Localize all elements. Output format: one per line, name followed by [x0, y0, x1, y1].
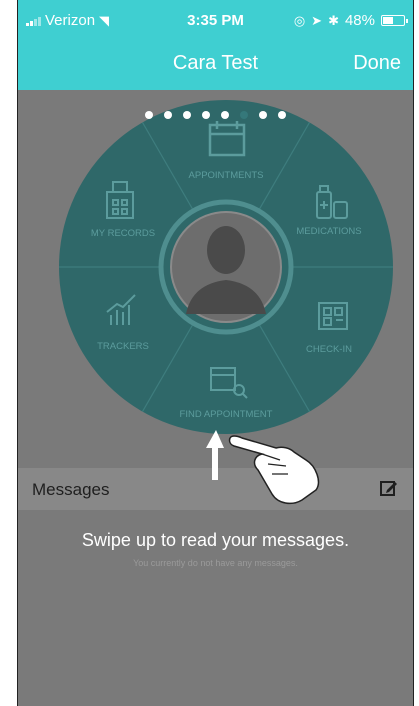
page-dot: [183, 111, 191, 119]
battery-percent: 48%: [344, 12, 375, 29]
status-bar: Verizon ◥ 3:35 PM ◎ ➤ ✱ 48%: [18, 0, 413, 40]
done-button[interactable]: Done: [353, 52, 401, 75]
segment-label-trackers: TRACKERS: [97, 341, 149, 352]
center-avatar[interactable]: [158, 199, 294, 335]
bluetooth-icon: ✱: [328, 12, 339, 28]
page-dot: [259, 111, 267, 119]
status-right: ◎ ➤ ✱ 48%: [293, 12, 408, 29]
segment-label-check-in: CHECK-IN: [306, 344, 352, 355]
main-menu-dial: APPOINTMENTS MEDICATIONS CHECK-IN FIND A…: [59, 100, 393, 434]
page-indicator: [18, 111, 413, 119]
location-icon: ➤: [311, 12, 323, 28]
page-dot: [240, 111, 248, 119]
segment-label-medications: MEDICATIONS: [296, 226, 361, 237]
swipe-gesture-hand-icon: [206, 430, 320, 505]
rotation-lock-icon: ◎: [293, 12, 306, 28]
messages-title: Messages: [32, 480, 110, 499]
empty-messages-text: You currently do not have any messages.: [133, 558, 298, 568]
swipe-hint: Swipe up to read your messages.: [81, 530, 350, 550]
page-dot: [221, 111, 229, 119]
segment-label-my-records: MY RECORDS: [91, 228, 155, 239]
compose-icon[interactable]: [379, 478, 399, 503]
dial-graphic: APPOINTMENTS MEDICATIONS CHECK-IN FIND A…: [59, 100, 393, 434]
page-dot: [202, 111, 210, 119]
page-dot: [145, 111, 153, 119]
battery-icon: [381, 15, 408, 26]
navigation-bar: Verizon ◥ 3:35 PM ◎ ➤ ✱ 48% Cara Test Do…: [18, 0, 413, 90]
segment-label-find-appointment: FIND APPOINTMENT: [180, 409, 273, 420]
segment-label-appointments: APPOINTMENTS: [189, 170, 264, 181]
phone-screen: Verizon ◥ 3:35 PM ◎ ➤ ✱ 48% Cara Test Do…: [17, 0, 414, 706]
page-dot: [164, 111, 172, 119]
page-dot: [278, 111, 286, 119]
